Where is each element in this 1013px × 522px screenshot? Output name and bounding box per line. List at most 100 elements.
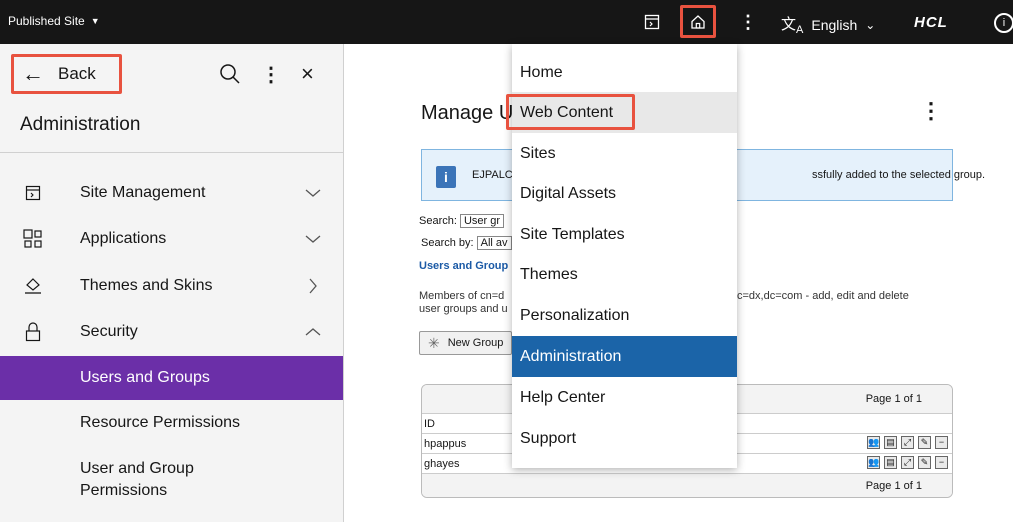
kebab-icon[interactable]: ⋮ [261, 62, 281, 87]
menu-item-themes[interactable]: Themes [512, 254, 737, 295]
nav-sublabel: User and Group Permissions [80, 460, 194, 499]
search-by-row: Search by: All av [421, 236, 512, 250]
chevron-down-icon [304, 230, 322, 248]
row-id: ghayes [424, 457, 460, 470]
nav-label: Site Management [80, 184, 206, 201]
info-icon[interactable]: i [994, 13, 1013, 33]
members-text-end: c=dx,dc=com - add, edit and delete [737, 290, 909, 302]
close-icon[interactable]: × [301, 61, 314, 87]
asterisk-icon: ✳ [428, 334, 440, 351]
menu-item-personalization[interactable]: Personalization [512, 295, 737, 336]
search-row: Search: User gr [419, 214, 505, 228]
chevron-up-icon [304, 323, 322, 341]
nav-label: Applications [80, 230, 167, 247]
new-group-button[interactable]: ✳ New Group [419, 331, 513, 355]
menu-item-support[interactable]: Support [512, 418, 737, 459]
site-management-icon [22, 182, 44, 204]
nav-item-applications[interactable]: Applications [0, 216, 343, 262]
edit-icon[interactable]: ✎ [918, 436, 931, 449]
members-text-line2: user groups and u [419, 303, 508, 315]
page-indicator: Page 1 of 1 [865, 393, 922, 405]
themes-icon [22, 275, 44, 297]
nav-label: Themes and Skins [80, 277, 213, 294]
new-group-label: New Group [447, 337, 504, 349]
translate-icon: 文A [781, 16, 804, 36]
search-by-label: Search by: [421, 237, 474, 249]
menu-item-label: Support [520, 429, 577, 447]
menu-item-web-content[interactable]: Web Content [506, 92, 737, 133]
info-icon: i [436, 166, 456, 188]
details-icon[interactable]: ▤ [884, 456, 897, 469]
search-by-select[interactable]: All av [476, 236, 512, 250]
search-label: Search: [419, 215, 457, 227]
menu-item-label: Site Templates [520, 225, 625, 243]
chevron-right-icon [304, 277, 322, 295]
edit-icon[interactable]: ✎ [918, 456, 931, 469]
left-panel: ← Back ⋮ × Administration Site Managemen… [0, 44, 344, 522]
menu-item-label: Digital Assets [520, 184, 617, 202]
open-panel-icon[interactable] [642, 12, 662, 32]
divider [0, 152, 344, 153]
nav-label: Security [80, 323, 138, 340]
menu-item-label: Sites [520, 144, 556, 162]
move-icon[interactable]: ⤢ [901, 456, 914, 469]
row-actions: 👥 ▤ ⤢ ✎ − [867, 456, 948, 469]
hcl-logo: HCL [914, 14, 948, 31]
overflow-menu-icon[interactable]: ⋮ [738, 12, 758, 32]
nav-subitem-resource-permissions[interactable]: Resource Permissions [0, 401, 343, 445]
search-select[interactable]: User gr [459, 214, 505, 228]
menu-item-label: Home [520, 63, 563, 81]
menu-item-label: Help Center [520, 388, 606, 406]
members-text: Members of cn=d [419, 290, 505, 302]
details-icon[interactable]: ▤ [884, 436, 897, 449]
menu-item-home[interactable]: Home [512, 52, 737, 93]
home-button[interactable] [680, 5, 716, 38]
language-selector[interactable]: 文A English ⌄ [781, 13, 875, 36]
kebab-icon[interactable]: ⋮ [920, 98, 942, 124]
applications-icon [22, 228, 44, 250]
menu-item-sites[interactable]: Sites [512, 133, 737, 174]
menu-item-help-center[interactable]: Help Center [512, 377, 737, 418]
table-pager-bottom: Page 1 of 1 [422, 473, 952, 497]
nav-sublabel: Resource Permissions [80, 414, 241, 431]
breadcrumb-link[interactable]: Users and Group [419, 260, 508, 272]
site-selector[interactable]: Published Site ▼ [8, 14, 100, 28]
home-icon [691, 15, 705, 29]
page-title: Manage U [421, 102, 514, 124]
menu-item-administration[interactable]: Administration [512, 336, 737, 377]
remove-icon[interactable]: − [935, 436, 948, 449]
nav-item-themes-and-skins[interactable]: Themes and Skins [0, 263, 343, 309]
lock-icon [22, 321, 44, 343]
nav-subitem-user-and-group-permissions[interactable]: User and Group Permissions [0, 448, 343, 506]
menu-item-site-templates[interactable]: Site Templates [512, 214, 737, 255]
info-message-text-end: ssfully added to the selected group. [812, 169, 986, 181]
language-label: English [811, 16, 858, 33]
back-label: Back [58, 64, 96, 83]
panel-title: Administration [20, 114, 141, 135]
menu-item-digital-assets[interactable]: Digital Assets [512, 173, 737, 214]
members-icon[interactable]: 👥 [867, 436, 880, 449]
column-header-id: ID [424, 417, 435, 430]
menu-item-label: Personalization [520, 306, 630, 324]
nav-item-security[interactable]: Security [0, 309, 343, 355]
top-bar: Published Site ▼ ⋮ 文A English ⌄ HCL i [0, 0, 1013, 44]
row-actions: 👥 ▤ ⤢ ✎ − [867, 436, 948, 449]
move-icon[interactable]: ⤢ [901, 436, 914, 449]
menu-item-label: Themes [520, 265, 578, 283]
nav-item-site-management[interactable]: Site Management [0, 170, 343, 216]
row-id: hpappus [424, 437, 467, 450]
chevron-down-icon: ⌄ [865, 17, 876, 32]
highlight-box [506, 94, 635, 130]
home-dropdown-menu: Home Web Content Sites Digital Assets Si… [506, 44, 737, 468]
remove-icon[interactable]: − [935, 456, 948, 469]
caret-down-icon: ▼ [90, 16, 100, 26]
search-icon[interactable] [219, 63, 241, 85]
arrow-left-icon: ← [22, 61, 44, 86]
site-selector-label: Published Site [8, 14, 85, 28]
chevron-down-icon [304, 184, 322, 202]
page-indicator: Page 1 of 1 [865, 479, 922, 492]
members-icon[interactable]: 👥 [867, 456, 880, 469]
back-button[interactable]: ← Back [11, 54, 122, 94]
nav-subitem-users-and-groups[interactable]: Users and Groups [0, 356, 343, 400]
menu-item-label: Administration [520, 347, 622, 365]
